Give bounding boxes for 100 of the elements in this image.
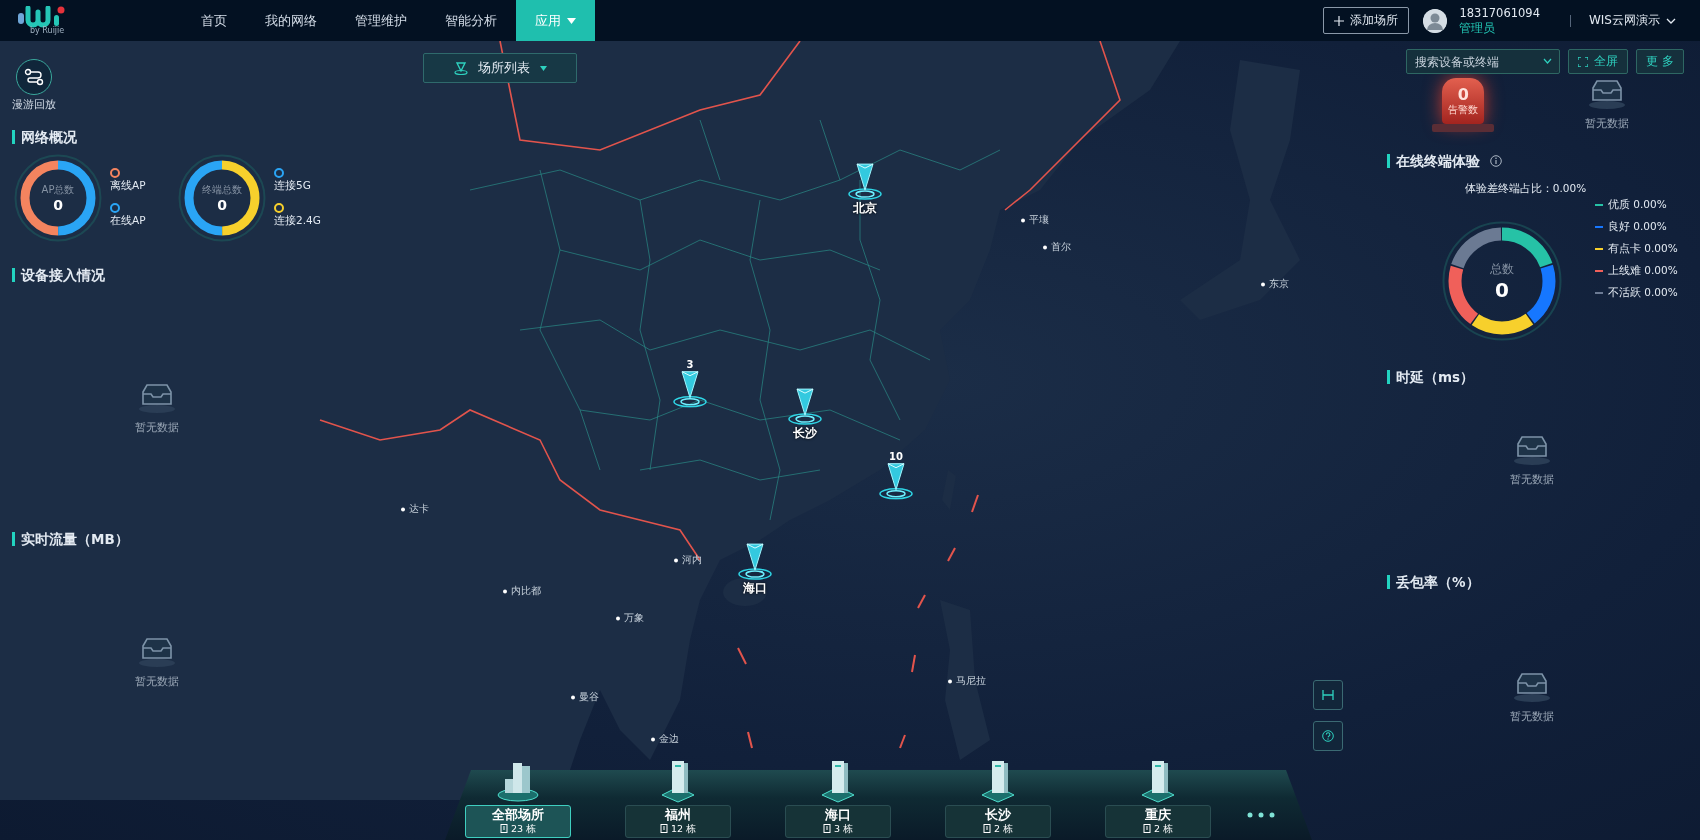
legend-label: 良好 0.00% [1608, 220, 1667, 234]
legend-label: 离线AP [110, 179, 147, 193]
building-small-icon [822, 824, 831, 833]
building-small-icon [659, 824, 668, 833]
roaming-replay-label: 漫游回放 [12, 97, 56, 112]
city-name: 河内 [682, 553, 702, 567]
empty-state-text: 暂无数据 [1510, 709, 1554, 724]
fullscreen-button[interactable]: 全屏 [1568, 49, 1628, 74]
caret-icon [539, 65, 547, 71]
alarm-count: 0 [1457, 85, 1469, 104]
empty-state-text: 暂无数据 [1510, 472, 1554, 487]
city-name: 首尔 [1051, 240, 1071, 254]
legend-label: 上线难 0.00% [1608, 264, 1678, 278]
legend-label: 不活跃 0.00% [1608, 286, 1678, 300]
site-tab[interactable]: 重庆 2 栋 [1105, 805, 1211, 838]
empty-state-text: 暂无数据 [1584, 116, 1629, 131]
building-small-icon [499, 824, 508, 833]
more-button[interactable]: 更多 [1636, 49, 1684, 74]
legend-label: 在线AP [110, 214, 147, 228]
city-dot [571, 695, 575, 699]
pagination-dots-icon[interactable] [1247, 812, 1275, 818]
pin-icon [453, 61, 468, 75]
city-name: 万象 [624, 611, 644, 625]
section-title: 网络概况 [12, 130, 320, 144]
city-dot [651, 737, 655, 741]
city-dot [1043, 245, 1047, 249]
site-tab[interactable]: 海口 3 栋 [785, 805, 891, 838]
section-title: 设备接入情况 [12, 268, 320, 282]
empty-tray-icon [137, 636, 177, 668]
donut-value: 0 [217, 197, 227, 213]
donut-value: 0 [53, 197, 63, 213]
section-title: 丢包率（%） [1387, 575, 1684, 589]
city-name: 曼谷 [579, 690, 599, 704]
empty-state-text: 暂无数据 [135, 674, 179, 689]
nav-tab[interactable]: 我的网络 [246, 0, 336, 41]
map-marker-count: 3 [686, 358, 694, 370]
donut-label: 终端总数 [202, 183, 242, 197]
section-title: 在线终端体验 [1387, 154, 1480, 168]
nav-tab[interactable]: 智能分析 [426, 0, 516, 41]
legend-label: 连接5G [274, 179, 312, 193]
info-icon[interactable] [1490, 155, 1502, 167]
site-tab[interactable]: 长沙 2 栋 [945, 805, 1051, 838]
city-dot [1261, 282, 1265, 286]
empty-tray-icon [137, 382, 177, 414]
map-pin-icon [737, 540, 773, 581]
legend-label: 有点卡 0.00% [1608, 242, 1678, 256]
route-icon [24, 68, 44, 86]
search-field[interactable]: 搜索设备或终端 [1406, 49, 1560, 74]
city-name: 马尼拉 [956, 674, 986, 688]
nav-tab[interactable]: 管理维护 [336, 0, 426, 41]
help-icon [1322, 730, 1334, 742]
empty-tray-icon [1512, 671, 1552, 703]
alarm-label: 告警数 [1448, 104, 1479, 117]
site-tab[interactable]: 全部场所 23 栋 [465, 805, 571, 838]
city-name: 金边 [659, 732, 679, 746]
poor-experience-ratio: 体验差终端占比：0.00% [1464, 182, 1587, 194]
city-name: 东京 [1269, 277, 1289, 291]
help-button[interactable] [1313, 721, 1343, 751]
measure-button[interactable] [1313, 680, 1343, 710]
avatar [1423, 8, 1448, 33]
map-marker-label: 海口 [743, 580, 767, 598]
city-name: 平壤 [1029, 213, 1049, 227]
plus-icon [1334, 15, 1345, 26]
city-dot [1021, 218, 1025, 222]
site-tab[interactable]: 福州 12 栋 [625, 805, 731, 838]
city-dot [948, 679, 952, 683]
logo-caption: by Ruijie [30, 26, 66, 35]
donut-label: 总数 [1490, 260, 1514, 278]
fullscreen-icon [1578, 56, 1588, 67]
donut-value: 0 [1495, 277, 1509, 302]
site-list-dropdown[interactable]: 场所列表 [423, 53, 577, 83]
section-title: 时延（ms） [1387, 370, 1684, 384]
chevron-down-icon [1543, 58, 1552, 64]
map-pin-icon [787, 385, 823, 426]
add-site-button[interactable]: 添加场所 [1323, 7, 1410, 34]
map-marker-count: 10 [889, 450, 903, 462]
user-phone: 18317061094 [1459, 5, 1540, 21]
user-role: 管理员 [1459, 20, 1497, 36]
chevron-down-icon [1666, 17, 1676, 24]
building-small-icon [1142, 824, 1151, 833]
empty-tray-icon [1586, 78, 1627, 110]
city-dot [616, 616, 620, 620]
org-switcher[interactable]: WIS云网演示 [1582, 11, 1682, 30]
city-name: 达卡 [409, 502, 429, 516]
measure-icon [1322, 690, 1334, 700]
section-title: 实时流量（MB） [12, 532, 320, 546]
map-marker-label: 长沙 [793, 425, 817, 443]
legend-label: 连接2.4G [274, 214, 322, 228]
building-small-icon [982, 824, 991, 833]
nav-tab[interactable]: 首页 [182, 0, 246, 41]
beacon-base [1432, 124, 1495, 132]
map-pin-icon [847, 160, 883, 201]
legend-label: 优质 0.00% [1608, 198, 1667, 212]
city-name: 内比都 [511, 584, 541, 598]
donut-label: AP总数 [41, 183, 75, 197]
city-dot [401, 507, 405, 511]
city-dot [503, 589, 507, 593]
empty-tray-icon [1512, 434, 1552, 466]
empty-state-text: 暂无数据 [135, 420, 179, 435]
map-marker-label: 北京 [853, 200, 877, 218]
